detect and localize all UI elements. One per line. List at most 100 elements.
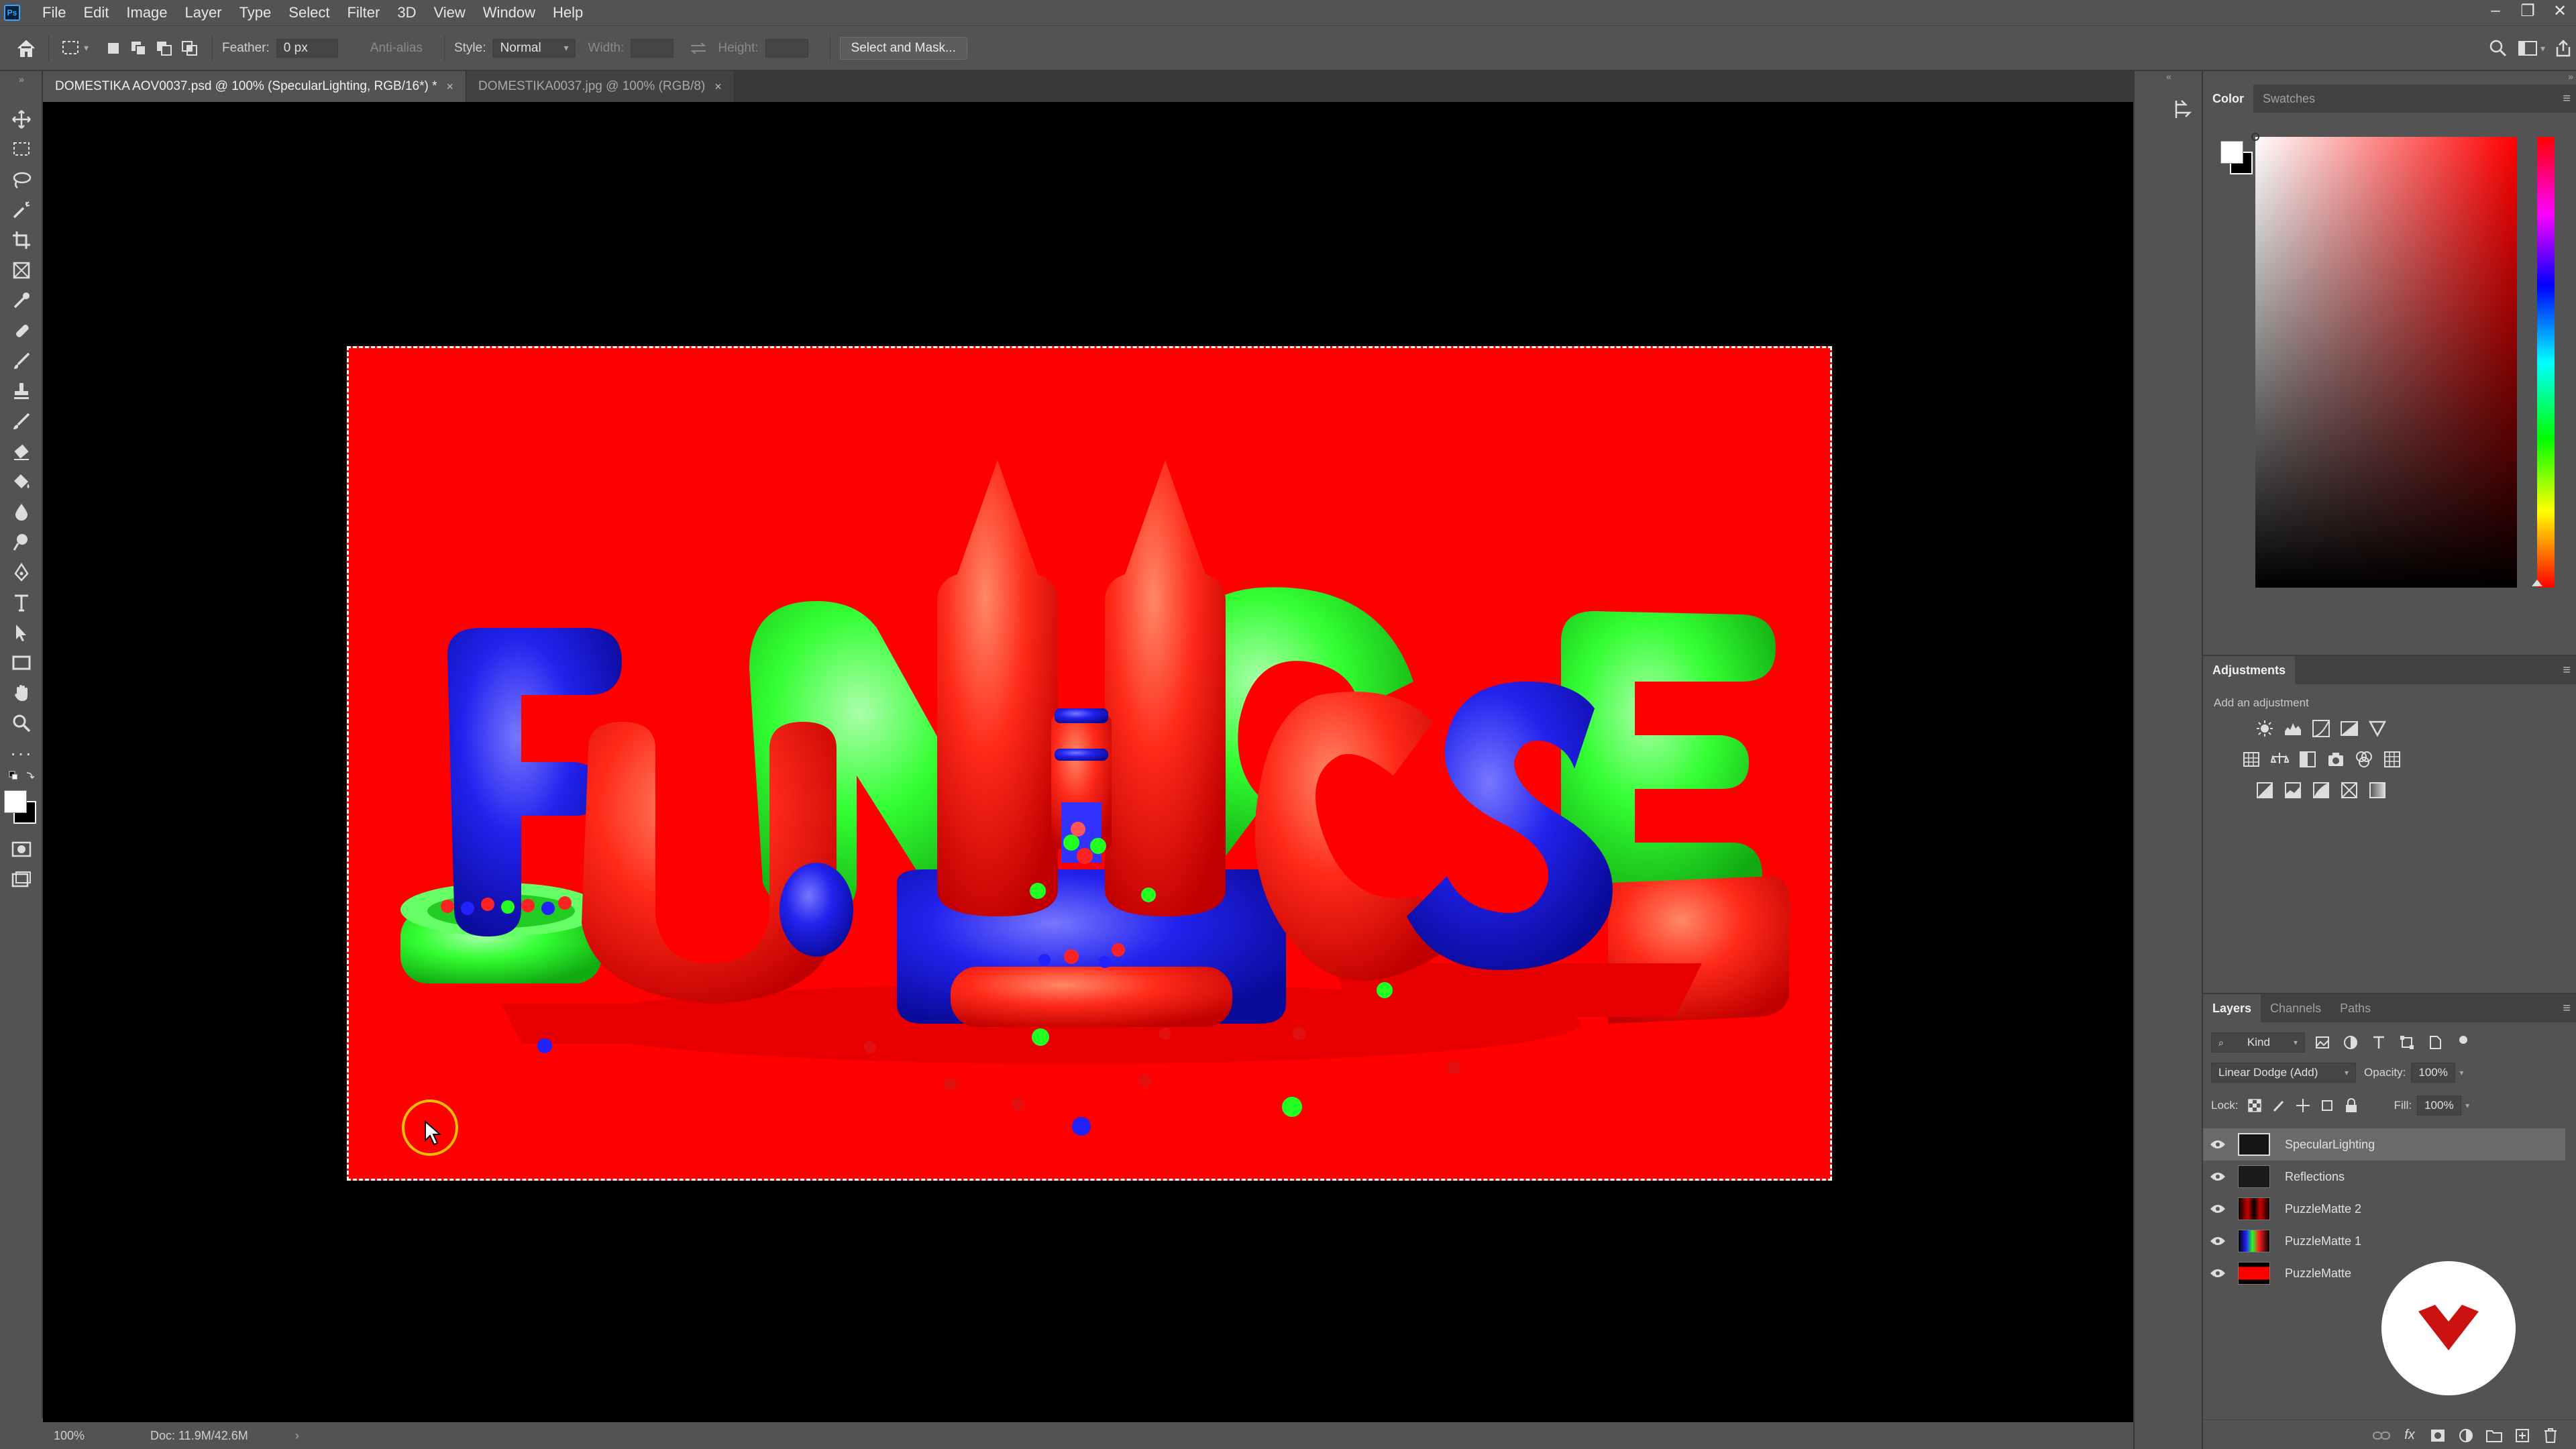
eyedropper-tool-icon[interactable]: [8, 287, 35, 314]
width-input[interactable]: [631, 38, 674, 58]
lock-transparent-pixels-icon[interactable]: [2245, 1095, 2264, 1116]
layer-row-reflections[interactable]: Reflections: [2203, 1161, 2565, 1193]
selective-color-icon[interactable]: [2339, 780, 2360, 801]
type-tool-icon[interactable]: [8, 589, 35, 616]
foreground-color-swatch[interactable]: [4, 790, 27, 813]
close-icon[interactable]: ×: [447, 80, 454, 94]
move-tool-icon[interactable]: [8, 106, 35, 133]
healing-brush-tool-icon[interactable]: [8, 317, 35, 344]
history-brush-tool-icon[interactable]: [8, 408, 35, 435]
filter-type-icon[interactable]: [2368, 1032, 2390, 1053]
brush-tool-icon[interactable]: [8, 347, 35, 374]
tab-channels[interactable]: Channels: [2261, 994, 2330, 1022]
visibility-eye-icon[interactable]: [2203, 1268, 2233, 1279]
exposure-icon[interactable]: [2339, 718, 2360, 739]
search-icon[interactable]: [2485, 36, 2511, 61]
chevron-right-icon[interactable]: ›: [295, 1429, 299, 1443]
subtract-from-selection-icon[interactable]: [152, 36, 177, 61]
threshold-icon[interactable]: [2310, 780, 2332, 801]
menu-filter[interactable]: Filter: [338, 0, 388, 25]
filter-shape-icon[interactable]: [2396, 1032, 2418, 1053]
menu-3d[interactable]: 3D: [388, 0, 425, 25]
brightness-contrast-icon[interactable]: [2254, 718, 2275, 739]
invert-icon[interactable]: [2254, 780, 2275, 801]
new-group-icon[interactable]: [2483, 1425, 2505, 1446]
layer-effects-icon[interactable]: fx: [2399, 1425, 2420, 1446]
new-selection-icon[interactable]: [101, 36, 126, 61]
crop-tool-icon[interactable]: [8, 227, 35, 254]
blur-tool-icon[interactable]: [8, 498, 35, 525]
add-mask-icon[interactable]: [2427, 1425, 2449, 1446]
history-panel-icon[interactable]: [2172, 98, 2194, 122]
visibility-eye-icon[interactable]: [2203, 1171, 2233, 1182]
quick-mask-icon[interactable]: [8, 836, 35, 863]
filter-adjustment-icon[interactable]: [2340, 1032, 2361, 1053]
menu-help[interactable]: Help: [544, 0, 592, 25]
lock-image-pixels-icon[interactable]: [2269, 1095, 2288, 1116]
menu-edit[interactable]: Edit: [74, 0, 117, 25]
more-tools-icon[interactable]: ···: [8, 740, 35, 767]
minimize-button[interactable]: –: [2479, 0, 2512, 21]
zoom-tool-icon[interactable]: [8, 710, 35, 737]
chevron-down-icon[interactable]: ▾: [2459, 1068, 2463, 1077]
color-picker-field[interactable]: [2251, 133, 2517, 588]
blend-mode-select[interactable]: Linear Dodge (Add) ▾: [2211, 1063, 2356, 1083]
dodge-tool-icon[interactable]: [8, 529, 35, 555]
delete-layer-icon[interactable]: [2540, 1425, 2561, 1446]
hue-slider-handle[interactable]: [2532, 580, 2542, 586]
menu-type[interactable]: Type: [231, 0, 280, 25]
screen-mode-icon[interactable]: [8, 866, 35, 893]
restore-button[interactable]: ❐: [2512, 0, 2544, 21]
rectangular-marquee-tool-icon[interactable]: [8, 136, 35, 163]
lock-all-icon[interactable]: [2342, 1095, 2361, 1116]
feather-input[interactable]: 0 px: [276, 38, 338, 58]
visibility-eye-icon[interactable]: [2203, 1203, 2233, 1214]
black-white-icon[interactable]: [2297, 749, 2318, 770]
color-lookup-icon[interactable]: [2381, 749, 2403, 770]
menu-view[interactable]: View: [425, 0, 474, 25]
channel-mixer-icon[interactable]: [2353, 749, 2375, 770]
close-icon[interactable]: ×: [714, 80, 722, 94]
lock-artboard-icon[interactable]: [2318, 1095, 2337, 1116]
hand-tool-icon[interactable]: [8, 680, 35, 706]
filter-kind-select[interactable]: ⌕ Kind ▾: [2211, 1032, 2305, 1053]
menu-layer[interactable]: Layer: [176, 0, 231, 25]
paint-bucket-tool-icon[interactable]: [8, 468, 35, 495]
document-canvas[interactable]: [347, 346, 1832, 1181]
zoom-level[interactable]: 100%: [43, 1429, 103, 1443]
layer-row-puzzlematte-1[interactable]: PuzzleMatte 1: [2203, 1225, 2565, 1257]
opacity-input[interactable]: 100%: [2411, 1063, 2456, 1083]
visibility-eye-icon[interactable]: [2203, 1236, 2233, 1246]
layer-row-puzzlematte[interactable]: PuzzleMatte: [2203, 1257, 2565, 1289]
chevron-down-icon[interactable]: ▾: [2540, 43, 2545, 54]
share-icon[interactable]: [2551, 36, 2576, 61]
levels-icon[interactable]: [2282, 718, 2304, 739]
home-icon[interactable]: [13, 36, 39, 61]
close-button[interactable]: ✕: [2544, 0, 2576, 21]
swap-dimensions-icon[interactable]: [686, 36, 711, 61]
color-picker-handle[interactable]: [2251, 133, 2259, 141]
layer-row-specular-lighting[interactable]: SpecularLighting: [2203, 1128, 2565, 1161]
default-colors-icon[interactable]: [8, 769, 35, 785]
panel-menu-icon[interactable]: ≡: [2563, 1001, 2571, 1016]
style-select[interactable]: Normal ▾: [492, 38, 576, 58]
lasso-tool-icon[interactable]: [8, 166, 35, 193]
tab-adjustments[interactable]: Adjustments: [2203, 656, 2296, 684]
hue-slider[interactable]: [2537, 137, 2555, 588]
menu-image[interactable]: Image: [117, 0, 176, 25]
tab-swatches[interactable]: Swatches: [2253, 85, 2324, 113]
chevron-down-icon[interactable]: ▾: [2465, 1101, 2469, 1110]
layer-row-puzzlematte-2[interactable]: PuzzleMatte 2: [2203, 1193, 2565, 1225]
lock-position-icon[interactable]: [2294, 1095, 2312, 1116]
canvas-area[interactable]: [43, 102, 2133, 1422]
select-and-mask-button[interactable]: Select and Mask...: [839, 36, 967, 60]
panel-menu-icon[interactable]: ≡: [2563, 663, 2571, 678]
menu-window[interactable]: Window: [474, 0, 544, 25]
filter-pixel-icon[interactable]: [2312, 1032, 2333, 1053]
filter-toggle-icon[interactable]: [2453, 1032, 2474, 1053]
link-layers-icon[interactable]: [2371, 1425, 2392, 1446]
rectangular-marquee-preset-icon[interactable]: [58, 36, 84, 61]
posterize-icon[interactable]: [2282, 780, 2304, 801]
filter-smart-object-icon[interactable]: [2424, 1032, 2446, 1053]
menu-file[interactable]: File: [34, 0, 74, 25]
